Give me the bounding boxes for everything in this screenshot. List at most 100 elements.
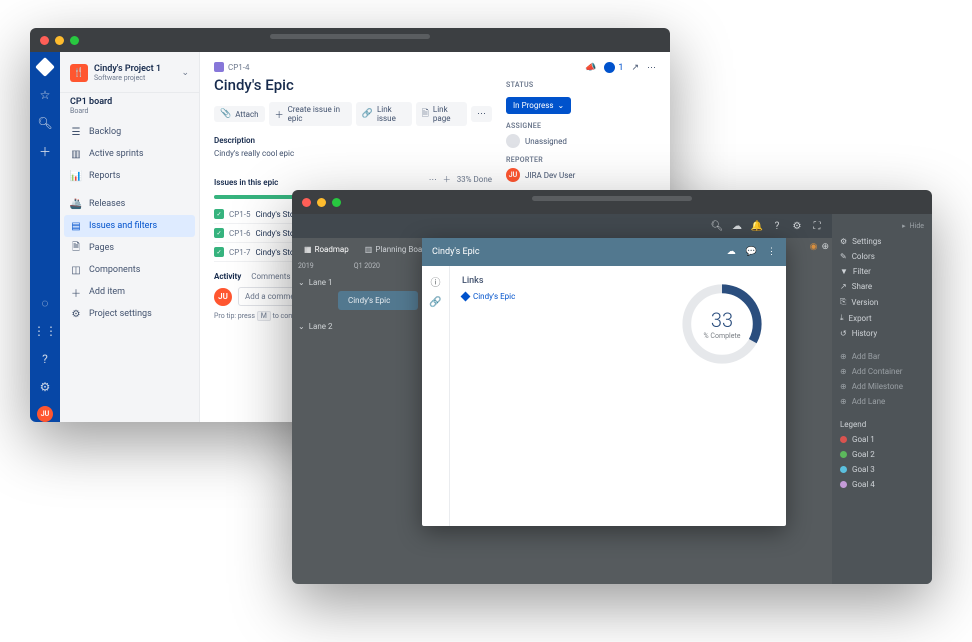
feedback-icon[interactable]: ◌ — [36, 294, 54, 312]
roadmap-bar[interactable]: Cindy's Epic — [338, 291, 418, 310]
bell-icon[interactable]: 🔔 — [750, 219, 764, 233]
nav-add-item[interactable]: ＋Add item — [60, 281, 199, 303]
nav-issues[interactable]: ▤Issues and filters — [64, 215, 195, 237]
more-icon[interactable]: ⋯ — [647, 63, 656, 73]
side-add-lane[interactable]: ⊕Add Lane — [840, 394, 924, 409]
jira-logo-icon[interactable] — [36, 58, 54, 76]
tab-roadmap[interactable]: ▦Roadmap — [298, 242, 355, 257]
side-share[interactable]: ↗Share — [840, 279, 924, 294]
issues-icon: ▤ — [70, 220, 82, 232]
hide-panel-button[interactable]: ▸Hide — [840, 222, 924, 234]
roadmap-quick-nav: ◉ ⊕ — [810, 242, 829, 252]
link-page-button[interactable]: 🗎Link page — [416, 102, 467, 126]
side-settings[interactable]: ⚙Settings — [840, 234, 924, 249]
modal-tab-rail: ⓘ 🔗 — [422, 266, 450, 526]
gauge-label: % Complete — [704, 332, 741, 340]
maximize-dot[interactable] — [332, 198, 341, 207]
close-dot[interactable] — [40, 36, 49, 45]
filter-icon: ▼ — [840, 267, 848, 276]
status-button[interactable]: In Progress⌄ — [506, 97, 571, 114]
more-icon[interactable]: ⋯ — [429, 175, 437, 184]
page-title: Cindy's Epic — [214, 76, 492, 94]
help-icon[interactable]: ? — [36, 350, 54, 368]
board-header[interactable]: CP1 board Board — [60, 92, 199, 121]
link-icon[interactable]: 🔗 — [429, 297, 441, 308]
share-icon: ↗ — [840, 282, 847, 291]
legend-dot — [840, 436, 847, 443]
info-icon[interactable]: ⓘ — [431, 274, 441, 289]
minimize-dot[interactable] — [317, 198, 326, 207]
nav-releases[interactable]: 🚢Releases — [60, 193, 199, 215]
comments-tab[interactable]: Comments — [251, 272, 290, 281]
side-export[interactable]: ⤓Export — [840, 310, 924, 326]
side-colors[interactable]: ✎Colors — [840, 249, 924, 264]
watch-button[interactable]: 1 — [604, 62, 623, 73]
side-add-milestone[interactable]: ⊕Add Milestone — [840, 379, 924, 394]
issue-toolbar: 📎Attach ＋Create issue in epic 🔗Link issu… — [214, 102, 492, 126]
legend-item: Goal 2 — [840, 447, 924, 462]
description-text[interactable]: Cindy's really cool epic — [214, 149, 492, 158]
reporter-value[interactable]: JUJIRA Dev User — [506, 168, 656, 182]
project-sidebar: 🍴 Cindy's Project 1 Software project ⌄ C… — [60, 52, 200, 422]
nav-pages[interactable]: 🗎Pages — [60, 237, 199, 259]
nav-backlog[interactable]: ☰Backlog — [60, 121, 199, 143]
share-icon[interactable]: ↗ — [631, 63, 639, 73]
maximize-dot[interactable] — [70, 36, 79, 45]
attach-button[interactable]: 📎Attach — [214, 106, 265, 122]
link-issue-button[interactable]: 🔗Link issue — [356, 102, 412, 126]
titlebar-notch — [270, 34, 430, 39]
nav-reports[interactable]: 📊Reports — [60, 165, 199, 187]
legend-dot — [840, 466, 847, 473]
side-add-container[interactable]: ⊕Add Container — [840, 364, 924, 379]
minimize-dot[interactable] — [55, 36, 64, 45]
chevron-down-icon: ⌄ — [557, 101, 564, 110]
help-icon[interactable]: ? — [770, 219, 784, 233]
close-dot[interactable] — [302, 198, 311, 207]
done-percent: 33% Done — [457, 175, 492, 184]
story-icon: ✓ — [214, 228, 224, 238]
user-avatar[interactable]: JU — [37, 406, 53, 422]
plus-icon: ＋ — [275, 108, 284, 121]
fullscreen-icon[interactable]: ⛶ — [810, 219, 824, 233]
avatar-placeholder — [506, 134, 520, 148]
nav-components[interactable]: ◫Components — [60, 259, 199, 281]
today-icon[interactable]: ◉ — [810, 242, 818, 252]
side-filter[interactable]: ▼Filter — [840, 264, 924, 279]
feedback-icon[interactable]: 📣 — [585, 63, 596, 73]
gear-icon[interactable]: ⚙ — [790, 219, 804, 233]
epic-detail-modal: Cindy's Epic ☁ 💬 ⋮ ⓘ 🔗 Links Cindy's Epi… — [422, 238, 786, 526]
calendar-icon: ▦ — [304, 245, 312, 254]
attach-icon: 📎 — [220, 109, 231, 119]
cloud-icon[interactable]: ☁ — [730, 219, 744, 233]
create-issue-button[interactable]: ＋Create issue in epic — [269, 102, 352, 126]
legend-item: Goal 1 — [840, 432, 924, 447]
more-icon[interactable]: ⋮ — [767, 247, 776, 257]
comments-icon[interactable]: 💬 — [746, 247, 757, 257]
breadcrumb[interactable]: CP1-4 — [214, 62, 492, 72]
component-icon: ◫ — [70, 264, 82, 276]
side-add-bar[interactable]: ⊕Add Bar — [840, 349, 924, 364]
add-child-icon[interactable]: ＋ — [443, 174, 451, 185]
settings-icon[interactable]: ⚙ — [36, 378, 54, 396]
project-header[interactable]: 🍴 Cindy's Project 1 Software project ⌄ — [60, 60, 199, 90]
plus-icon[interactable]: ＋ — [36, 142, 54, 160]
nav-active-sprints[interactable]: ▥Active sprints — [60, 143, 199, 165]
add-icon: ⊕ — [840, 367, 847, 376]
nav-project-settings[interactable]: ⚙Project settings — [60, 303, 199, 325]
roadmap-window: 🔍︎ ☁ 🔔 ? ⚙ ⛶ ▦Roadmap ▥Planning Board ▤P… — [292, 190, 932, 584]
assignee-value[interactable]: Unassigned — [506, 134, 656, 148]
expand-icon[interactable]: ⊕ — [821, 242, 829, 252]
star-icon[interactable]: ☆ — [36, 86, 54, 104]
more-button[interactable]: ⋯ — [471, 106, 492, 122]
side-history[interactable]: ↺History — [840, 326, 924, 341]
side-version[interactable]: ⎘Version — [840, 294, 924, 310]
cloud-sync-icon[interactable]: ☁ — [727, 247, 736, 257]
modal-header: Cindy's Epic ☁ 💬 ⋮ — [422, 238, 786, 266]
titlebar-notch — [532, 196, 692, 201]
backlog-icon: ☰ — [70, 126, 82, 138]
board-sub: Board — [70, 107, 189, 115]
modal-title: Cindy's Epic — [432, 247, 480, 257]
search-icon[interactable]: 🔍︎ — [710, 219, 724, 233]
apps-icon[interactable]: ⋮⋮ — [36, 322, 54, 340]
search-icon[interactable]: 🔍︎ — [36, 114, 54, 132]
